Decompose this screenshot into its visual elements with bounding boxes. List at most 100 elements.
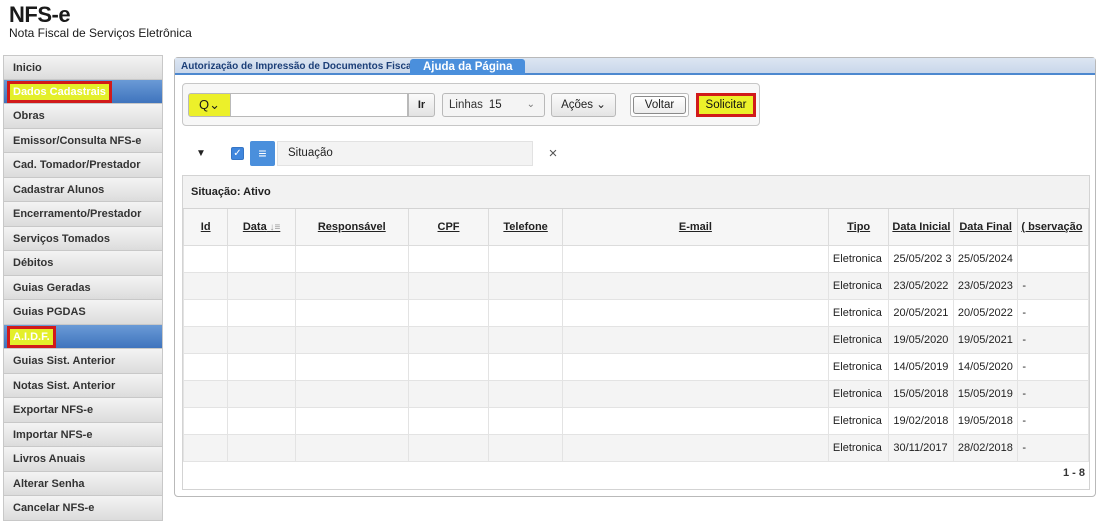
table-cell [1017,244,1089,273]
column-header-label: E-mail [678,220,712,233]
table-row[interactable]: Eletronica 23/05/2022 23/05/2023- [182,271,1089,300]
table-cell [561,433,829,462]
table-cell: Eletronica [827,271,890,300]
sidebar-item-label: Débitos [13,257,54,269]
sidebar-item[interactable]: Serviços Tomados [3,226,163,251]
table-row[interactable]: Eletronica 20/05/2021 20/05/2022- [182,298,1089,327]
table-cell [227,244,296,273]
tab-help[interactable]: Ajuda da Página [410,59,526,75]
table-row[interactable]: Eletronica 15/05/2018 15/05/2019- [182,379,1089,408]
table-row[interactable]: Eletronica 30/11/2017 28/02/2018- [182,433,1089,462]
table-cell [407,433,490,462]
sidebar-item-label: Cadastrar Alunos [13,183,105,196]
column-header[interactable]: CPF [407,209,490,246]
sidebar-item[interactable]: Guias PGDAS [3,300,163,325]
brand-subtitle: Nota Fiscal de Serviços Eletrônica [9,26,192,40]
table-cell: 15/05/2019 [952,379,1019,408]
table-cell [294,298,409,327]
sidebar-item-label: Emissor/Consulta NFS-e [13,134,142,147]
table-cell: 19/05/2020 [888,325,954,354]
table-row[interactable]: Eletronica 19/02/2018 19/05/2018- [182,406,1089,435]
column-header[interactable]: Telefone [488,209,563,246]
sidebar-item-label: Importar NFS-e [13,428,93,441]
table-cell [294,271,409,300]
sidebar-item[interactable]: Exportar NFS-e [3,398,163,423]
sidebar-item[interactable]: Notas Sist. Anterior [3,373,163,398]
table-cell: Eletronica [827,406,890,435]
table-cell [294,379,409,408]
sidebar-item[interactable]: Obras [3,104,163,129]
table-row[interactable]: Eletronica 14/05/2019 14/05/2020- [182,352,1089,381]
rows-value: 15 [488,99,502,111]
column-header[interactable]: Data ↓≡ [227,209,296,246]
column-header[interactable]: Id [182,209,229,246]
sidebar-item-label: Serviços Tomados [13,232,110,245]
sidebar-item-label: Inicio [13,62,42,74]
column-header[interactable]: E-mail [561,209,829,246]
column-header[interactable]: Data Final [952,209,1019,246]
table-row[interactable]: Eletronica 25/05/202 3 25/05/2024 [182,244,1089,273]
filter-label[interactable]: Situação [277,141,533,166]
sidebar-item[interactable]: A.I.D.F. [3,324,163,349]
sidebar-item[interactable]: Livros Anuais [3,447,163,472]
table-cell: Eletronica [827,352,890,381]
filter-lines-icon[interactable]: ≡ [250,141,275,166]
sidebar-item[interactable]: Inicio [3,55,163,80]
expand-toggle-icon[interactable]: ▼ [191,141,211,166]
table-cell: 25/05/2024 [952,244,1019,273]
request-button[interactable]: Solicitar [696,93,756,117]
filter-checkbox[interactable]: ✓ [231,147,244,160]
chevron-down-icon: ⌄ [526,99,535,110]
rows-label: Linhas [449,99,483,111]
sidebar-item-label: Guias PGDAS [13,306,86,318]
sidebar-item[interactable]: Cancelar NFS-e [3,496,163,521]
table-cell [407,352,490,381]
sidebar-item[interactable]: Dados Cadastrais [3,79,163,104]
table-cell: - [1017,325,1089,354]
sidebar-item[interactable]: Encerramento/Prestador [3,202,163,227]
table-cell: - [1017,352,1089,381]
sidebar-item-label: A.I.D.F. [7,325,56,348]
table-cell: Eletronica [827,325,890,354]
table-cell: 20/05/2022 [952,298,1019,327]
sidebar-item[interactable]: Cad. Tomador/Prestador [3,153,163,178]
table-cell [182,352,229,381]
table-row[interactable]: Eletronica 19/05/2020 19/05/2021- [182,325,1089,354]
search-column-button[interactable]: Q⌄ [188,93,231,117]
sidebar-item[interactable]: Importar NFS-e [3,422,163,447]
table-cell [561,406,829,435]
table-cell [561,244,829,273]
sidebar-item[interactable]: Guias Sist. Anterior [3,349,163,374]
table-cell [294,325,409,354]
column-header[interactable]: ( bservação [1017,209,1089,246]
sort-icon[interactable]: ↓≡ [267,222,280,233]
table-cell: 14/05/2020 [952,352,1019,381]
sidebar-item-label: Alterar Senha [13,477,85,490]
column-header[interactable]: Responsável [294,209,409,246]
search-input[interactable] [231,93,408,117]
table-cell: 28/02/2018 [952,433,1019,462]
sidebar-item[interactable]: Alterar Senha [3,471,163,496]
sidebar-item[interactable]: Guias Geradas [3,275,163,300]
column-header[interactable]: Data Inicial [888,209,954,246]
go-button[interactable]: Ir [408,93,435,117]
table-cell [488,406,563,435]
rows-select[interactable]: Linhas 15 ⌄ [442,93,545,117]
sidebar-item[interactable]: Débitos [3,251,163,276]
table-cell [407,298,490,327]
back-button[interactable]: Voltar [630,93,689,117]
actions-menu-button[interactable]: Ações ⌄ [551,93,616,117]
sidebar-item[interactable]: Emissor/Consulta NFS-e [3,128,163,153]
table-cell [182,244,229,273]
group-header: Situação: Ativo [183,176,1089,209]
table-cell: 15/05/2018 [888,379,954,408]
sidebar-item[interactable]: Cadastrar Alunos [3,177,163,202]
close-icon[interactable]: × [543,141,563,166]
table-cell [182,379,229,408]
sidebar-item-label: Dados Cadastrais [7,80,112,103]
table-cell [227,298,296,327]
table-cell [227,325,296,354]
report-table-region: Situação: Ativo Id Data ↓≡ Responsável CPF T… [182,175,1090,490]
column-header[interactable]: Tipo [827,209,890,246]
table-cell: Eletronica [827,433,890,462]
